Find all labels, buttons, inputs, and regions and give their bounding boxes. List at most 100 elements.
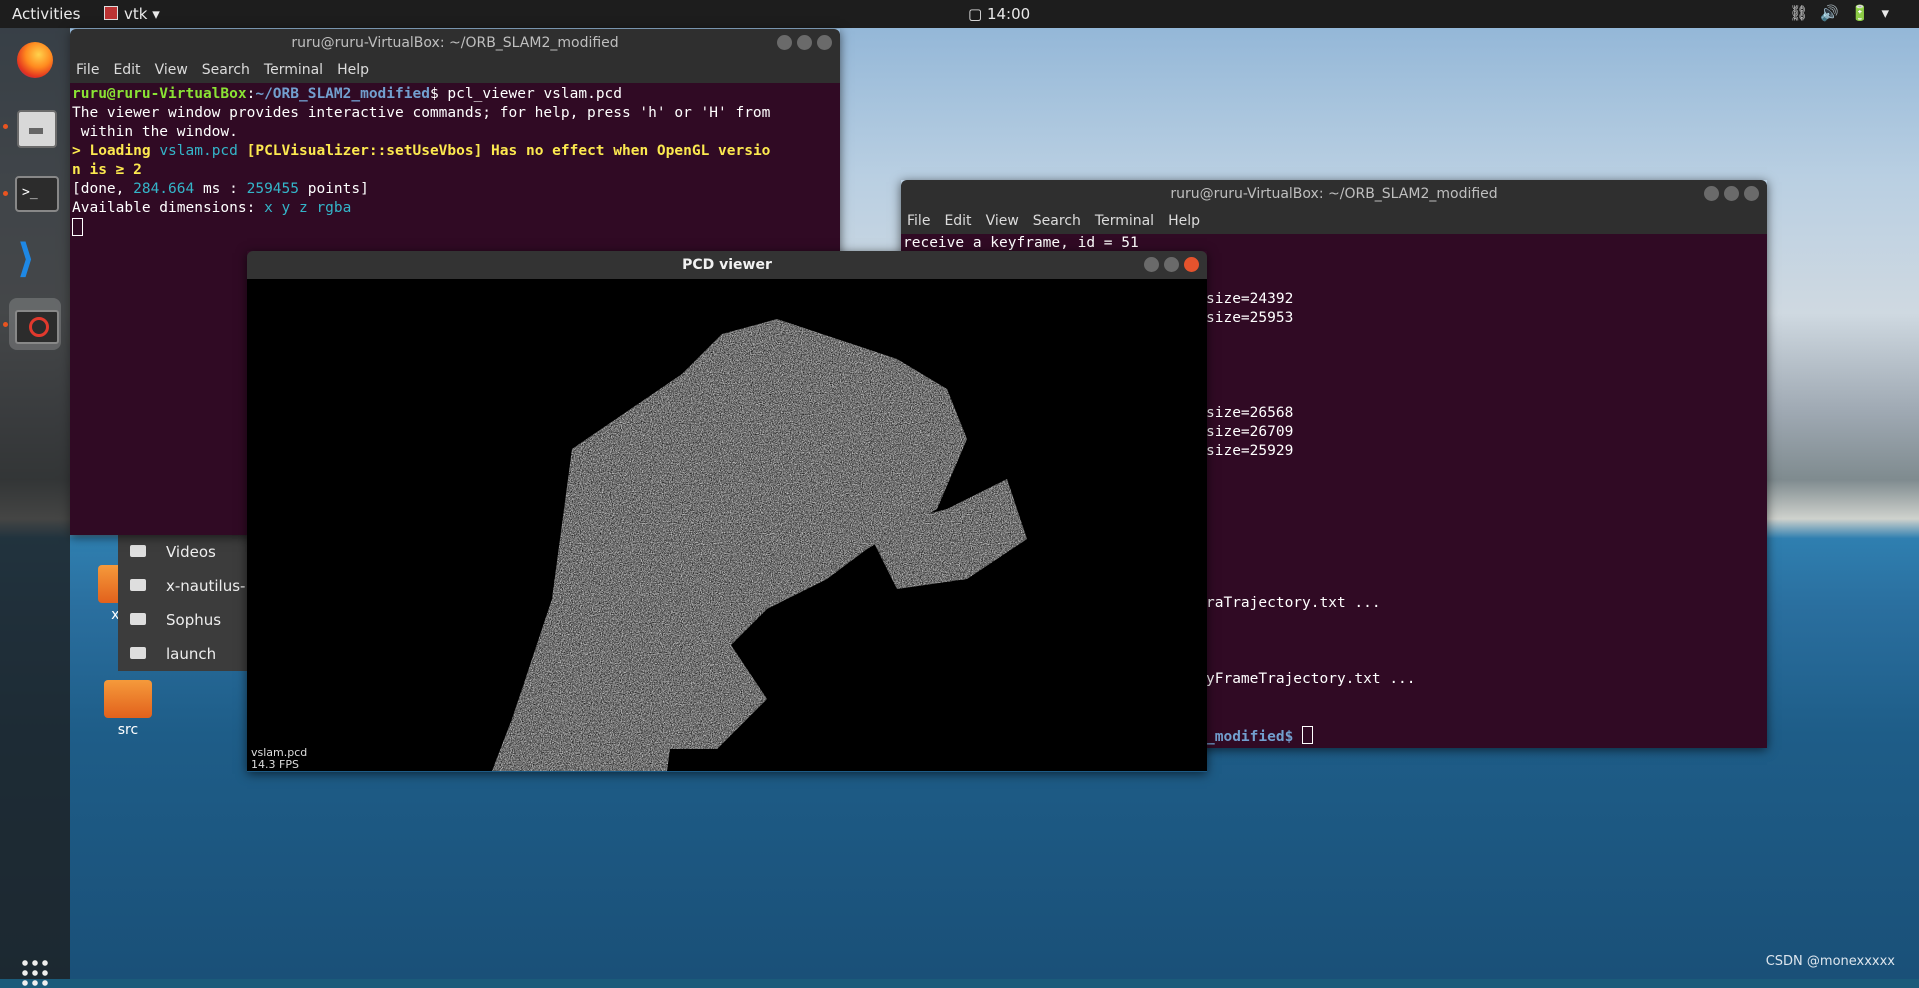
text: Available dimensions: xyxy=(72,200,265,216)
system-tray[interactable]: ⛓🔊🔋▾ xyxy=(1789,4,1901,22)
terminal-line xyxy=(72,218,838,239)
point-count: 259455 xyxy=(246,181,299,197)
sidebar-item-label: launch xyxy=(166,645,217,663)
menu-terminal[interactable]: Terminal xyxy=(264,62,323,78)
sidebar-item-videos[interactable]: Videos xyxy=(118,535,248,569)
app-name: vtk xyxy=(124,5,148,23)
point-cloud-canvas[interactable]: vslam.pcd 14.3 FPS xyxy=(247,279,1207,771)
top-bar: Activities vtk ▾ ▢ 14:00 ⛓🔊🔋▾ xyxy=(0,0,1919,28)
window-titlebar[interactable]: ruru@ruru-VirtualBox: ~/ORB_SLAM2_modifi… xyxy=(70,29,840,57)
maximize-button[interactable] xyxy=(1164,257,1179,272)
desktop-icon-label: src xyxy=(117,722,139,738)
terminal-line: size=26568 xyxy=(1206,405,1294,421)
terminal-line: yFrameTrajectory.txt ... xyxy=(1206,671,1416,687)
app-menu[interactable]: vtk ▾ xyxy=(104,5,160,23)
app-icon xyxy=(104,6,118,20)
window-titlebar[interactable]: ruru@ruru-VirtualBox: ~/ORB_SLAM2_modifi… xyxy=(901,180,1767,208)
menu-edit[interactable]: Edit xyxy=(113,62,140,78)
sidebar-item-sophus[interactable]: Sophus xyxy=(118,603,248,637)
dock-blocked-app[interactable] xyxy=(9,298,61,350)
dock-terminal[interactable]: >_ xyxy=(9,166,61,218)
point-cloud xyxy=(492,319,1027,771)
folder-icon xyxy=(130,647,146,659)
close-button[interactable] xyxy=(1744,186,1759,201)
load-ms: 284.664 xyxy=(133,181,195,197)
cursor xyxy=(72,218,83,236)
loading-text: > Loading xyxy=(72,143,160,159)
terminal-line: size=26709 xyxy=(1206,424,1294,440)
menu-view[interactable]: View xyxy=(155,62,188,78)
show-applications-icon[interactable] xyxy=(20,958,50,988)
menu-edit[interactable]: Edit xyxy=(944,213,971,229)
close-button[interactable] xyxy=(1184,257,1199,272)
command: $ pcl_viewer vslam.pcd xyxy=(429,86,623,102)
close-button[interactable] xyxy=(817,35,832,50)
prompt-path: _modified$ xyxy=(1206,729,1294,745)
computer-icon xyxy=(130,579,146,591)
menu-terminal[interactable]: Terminal xyxy=(1095,213,1154,229)
clock-time: 14:00 xyxy=(986,5,1031,23)
vscode-icon: ⟩ xyxy=(17,236,36,282)
cursor xyxy=(1302,726,1314,744)
terminal-line: n is ≥ 2 xyxy=(72,162,142,178)
maximize-button[interactable] xyxy=(797,35,812,50)
point-cloud-render xyxy=(492,319,1027,771)
sidebar-item-label: Videos xyxy=(166,543,216,561)
sidebar-item-launch[interactable]: launch xyxy=(118,637,248,671)
dock-firefox[interactable] xyxy=(9,34,61,86)
maximize-button[interactable] xyxy=(1724,186,1739,201)
terminal-line: ruru@ruru-VirtualBox:~/ORB_SLAM2_modifie… xyxy=(72,86,623,102)
terminal-line: [done, 284.664 ms : 259455 points] xyxy=(72,180,838,199)
terminal-line: The viewer window provides interactive c… xyxy=(72,105,771,121)
clock[interactable]: ▢ 14:00 xyxy=(968,5,1030,23)
menu-search[interactable]: Search xyxy=(202,62,250,78)
folder-icon xyxy=(130,613,146,625)
running-indicator xyxy=(3,191,8,196)
prompt-user: ruru@ruru-VirtualBox xyxy=(72,86,247,102)
window-title: ruru@ruru-VirtualBox: ~/ORB_SLAM2_modifi… xyxy=(291,35,619,51)
text: ms : xyxy=(194,181,247,197)
folder-icon xyxy=(104,680,152,718)
file-manager-sidebar: Videos x-nautilus- Sophus launch xyxy=(118,535,248,671)
menu-view[interactable]: View xyxy=(986,213,1019,229)
window-titlebar[interactable]: PCD viewer xyxy=(247,251,1207,279)
menu-file[interactable]: File xyxy=(907,213,930,229)
menu-file[interactable]: File xyxy=(76,62,99,78)
minimize-button[interactable] xyxy=(777,35,792,50)
minimize-button[interactable] xyxy=(1144,257,1159,272)
loading-file: vslam.pcd xyxy=(159,143,238,159)
blocked-app-icon xyxy=(15,310,59,344)
menu-bar: File Edit View Search Terminal Help xyxy=(901,208,1767,234)
prompt-path: ~/ORB_SLAM2_modified xyxy=(255,86,430,102)
firefox-icon xyxy=(17,42,53,78)
terminal-line: > Loading vslam.pcd [PCLVisualizer::setU… xyxy=(72,142,838,161)
terminal-icon: >_ xyxy=(15,176,59,212)
dock-vscode[interactable]: ⟩ xyxy=(9,232,61,284)
sidebar-item-label: Sophus xyxy=(166,611,222,629)
menu-help[interactable]: Help xyxy=(337,62,369,78)
warning-text: [PCLVisualizer::setUseVbos] Has no effec… xyxy=(237,143,771,159)
terminal-line: size=24392 xyxy=(1206,291,1294,307)
dimensions: x y z rgba xyxy=(264,200,352,216)
menu-search[interactable]: Search xyxy=(1033,213,1081,229)
text: points] xyxy=(299,181,369,197)
menu-bar: File Edit View Search Terminal Help xyxy=(70,57,840,83)
minimize-button[interactable] xyxy=(1704,186,1719,201)
activities-button[interactable]: Activities xyxy=(12,5,80,23)
terminal-line: raTrajectory.txt ... xyxy=(1206,595,1381,611)
terminal-line: size=25953 xyxy=(1206,310,1294,326)
terminal-line: within the window. xyxy=(72,124,238,140)
overlay-fps: 14.3 FPS xyxy=(251,758,299,771)
folder-icon xyxy=(130,545,146,557)
desktop-icon-src[interactable]: src xyxy=(98,680,158,738)
menu-help[interactable]: Help xyxy=(1168,213,1200,229)
sidebar-item-x-nautilus[interactable]: x-nautilus- xyxy=(118,569,248,603)
terminal-prompt: _modified$ xyxy=(1206,726,1314,747)
running-indicator xyxy=(3,124,8,129)
watermark: CSDN @monexxxxx xyxy=(1765,954,1895,969)
dock-files[interactable] xyxy=(9,100,61,152)
pcd-viewer-window[interactable]: PCD viewer vslam.pcd 14.3 FPS xyxy=(247,251,1207,772)
terminal-line: size=25929 xyxy=(1206,443,1294,459)
viewer-overlay: vslam.pcd 14.3 FPS xyxy=(251,747,307,771)
files-icon xyxy=(17,110,57,148)
